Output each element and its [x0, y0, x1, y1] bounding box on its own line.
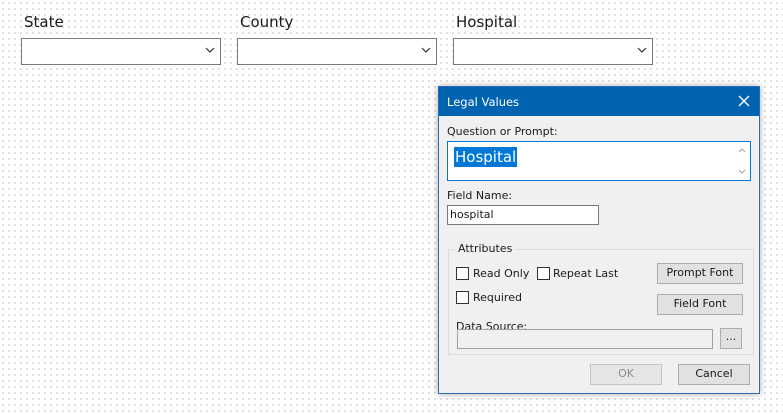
- hospital-dropdown[interactable]: [453, 38, 653, 65]
- attributes-label: Attributes: [456, 242, 515, 255]
- dialog-title: Legal Values: [447, 95, 520, 109]
- state-label: State: [24, 13, 64, 31]
- read-only-label: Read Only: [473, 267, 530, 280]
- field-name-input[interactable]: hospital: [447, 205, 599, 225]
- chevron-down-icon: [637, 47, 647, 53]
- scrollbar[interactable]: [735, 143, 749, 179]
- prompt-font-button[interactable]: Prompt Font: [657, 263, 743, 284]
- prompt-text: Hospital: [454, 147, 518, 167]
- state-dropdown[interactable]: [21, 38, 221, 65]
- read-only-checkbox[interactable]: [456, 267, 469, 280]
- repeat-last-checkbox[interactable]: [537, 267, 550, 280]
- county-dropdown[interactable]: [237, 38, 437, 65]
- chevron-down-icon: [421, 47, 431, 53]
- field-font-button[interactable]: Field Font: [657, 294, 743, 315]
- hospital-label: Hospital: [456, 13, 518, 31]
- county-label: County: [240, 13, 294, 31]
- repeat-last-label: Repeat Last: [553, 267, 619, 280]
- legal-values-dialog: Legal Values Question or Prompt: Hospita…: [438, 86, 760, 394]
- close-icon[interactable]: [735, 92, 753, 110]
- field-name-label: Field Name:: [447, 189, 513, 202]
- ok-button[interactable]: OK: [590, 364, 662, 385]
- browse-button[interactable]: ...: [720, 328, 742, 349]
- required-checkbox[interactable]: [456, 291, 469, 304]
- dialog-title-bar[interactable]: Legal Values: [439, 87, 759, 116]
- prompt-label: Question or Prompt:: [447, 125, 558, 138]
- chevron-down-icon: [205, 47, 215, 53]
- required-label: Required: [473, 291, 522, 304]
- data-source-input[interactable]: [457, 329, 713, 349]
- cancel-button[interactable]: Cancel: [678, 364, 750, 385]
- prompt-textarea[interactable]: Hospital: [447, 141, 751, 181]
